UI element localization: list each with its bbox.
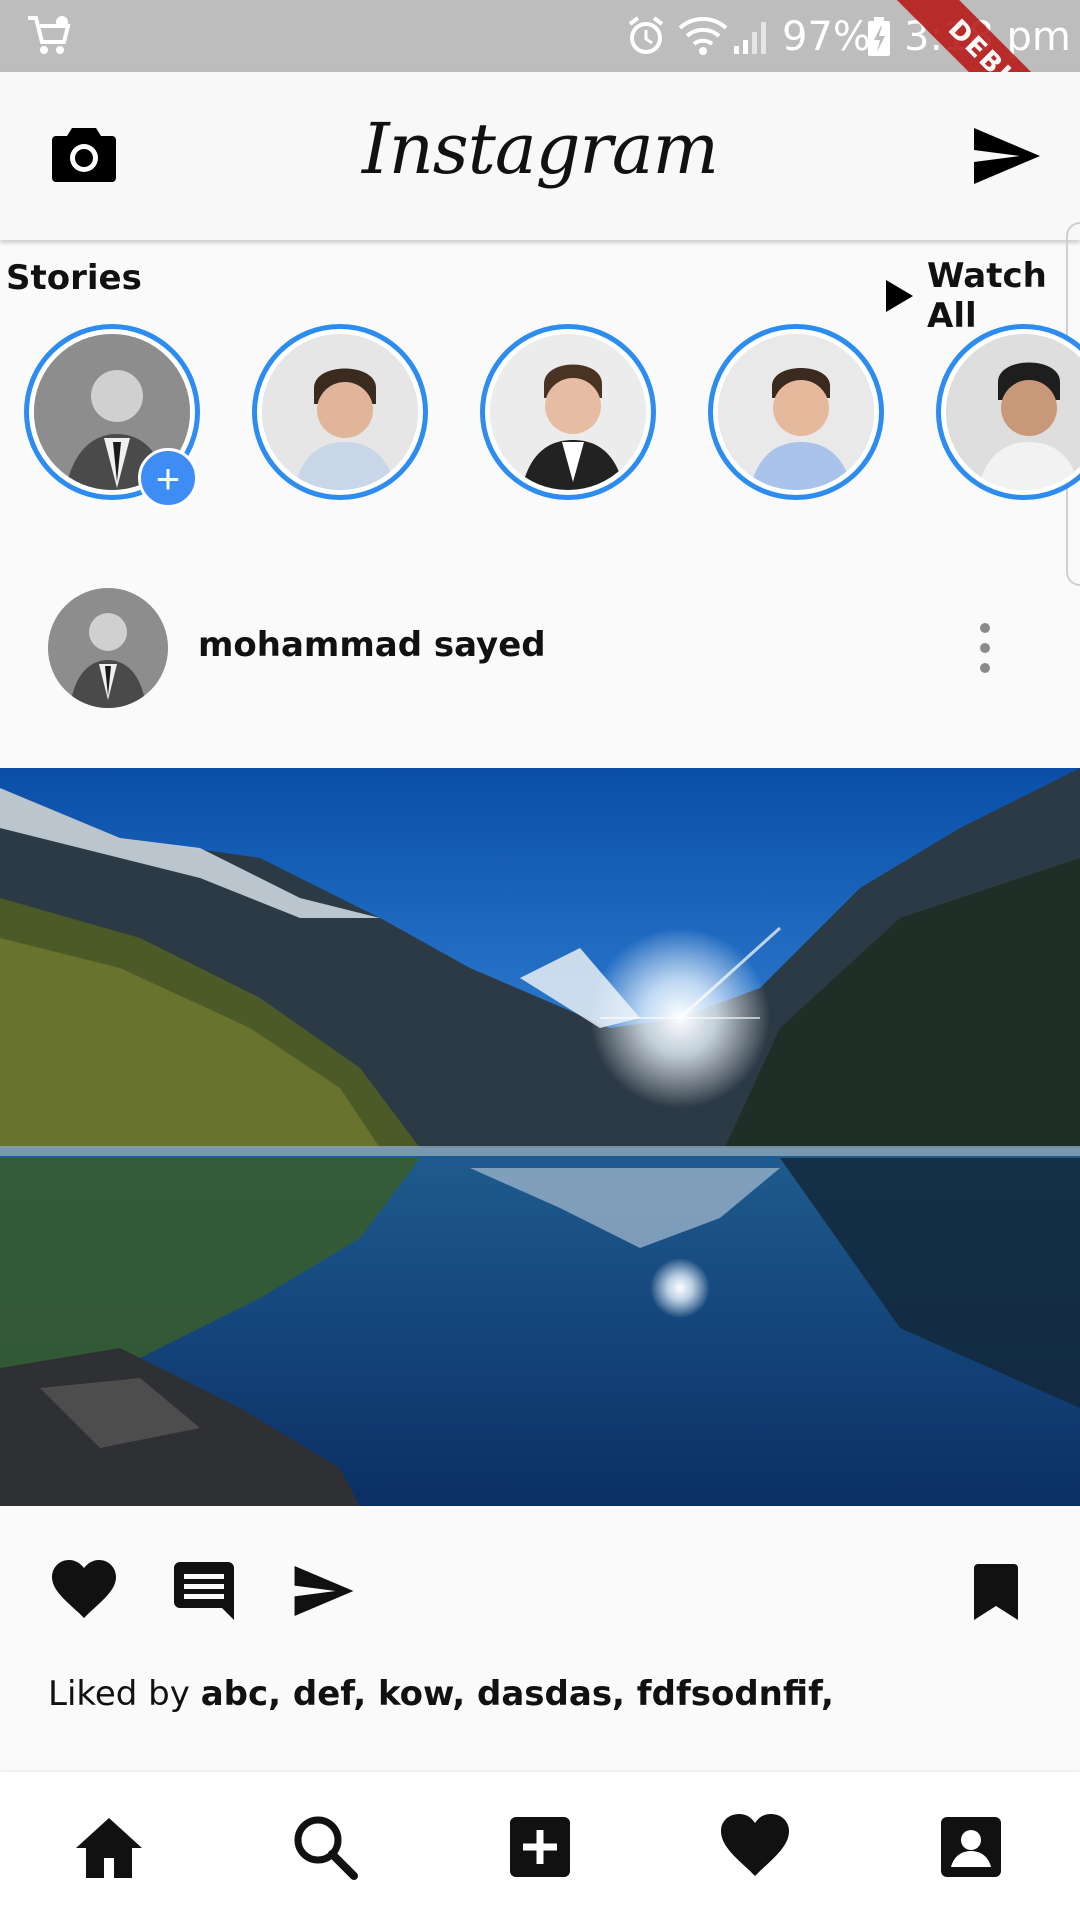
watch-all-button[interactable]: Watch All (886, 256, 1080, 336)
play-icon (886, 279, 913, 313)
home-icon[interactable] (74, 1812, 144, 1882)
profile-icon[interactable] (936, 1812, 1006, 1882)
avatar (48, 588, 168, 708)
story-item[interactable] (252, 324, 428, 500)
post-image[interactable] (0, 768, 1080, 1506)
avatar (490, 334, 646, 490)
app-bar: Instagram (0, 72, 1080, 240)
alarm-icon (628, 16, 664, 54)
add-story-button[interactable]: + (138, 448, 198, 508)
avatar (262, 334, 418, 490)
story-item[interactable] (480, 324, 656, 500)
share-send-icon[interactable] (292, 1566, 356, 1616)
story-item[interactable] (936, 324, 1080, 500)
shopping-cart-icon (28, 16, 71, 54)
search-icon[interactable] (290, 1812, 360, 1882)
liked-by-text: Liked by abc, def, kow, dasdas, fdfsodnf… (48, 1674, 834, 1714)
mountain-lake-photo (0, 768, 1080, 1506)
watch-all-label: Watch All (927, 256, 1047, 336)
wifi-icon (678, 17, 728, 55)
bottom-navigation (0, 1772, 1080, 1920)
heart-icon[interactable] (52, 1560, 116, 1618)
signal-icon (734, 22, 766, 54)
liked-by-names[interactable]: abc, def, kow, dasdas, fdfsodnfif, (201, 1674, 834, 1714)
heart-icon[interactable] (720, 1812, 790, 1882)
post-avatar[interactable] (48, 588, 168, 708)
bookmark-icon[interactable] (974, 1564, 1018, 1620)
liked-by-prefix: Liked by (48, 1674, 190, 1714)
send-icon[interactable] (974, 128, 1040, 184)
more-options-icon[interactable] (970, 622, 1000, 674)
post-username[interactable]: mohammad sayed (198, 625, 546, 665)
avatar (946, 334, 1080, 490)
comment-icon[interactable] (174, 1562, 234, 1622)
app-title: Instagram (362, 108, 719, 190)
status-bar: 97% 3:18 pm DEBUG (0, 0, 1080, 186)
battery-icon (868, 17, 890, 56)
add-box-icon[interactable] (505, 1812, 575, 1882)
battery-percent: 97% (782, 14, 871, 60)
story-item[interactable] (708, 324, 884, 500)
avatar (718, 334, 874, 490)
stories-label: Stories (6, 258, 142, 298)
